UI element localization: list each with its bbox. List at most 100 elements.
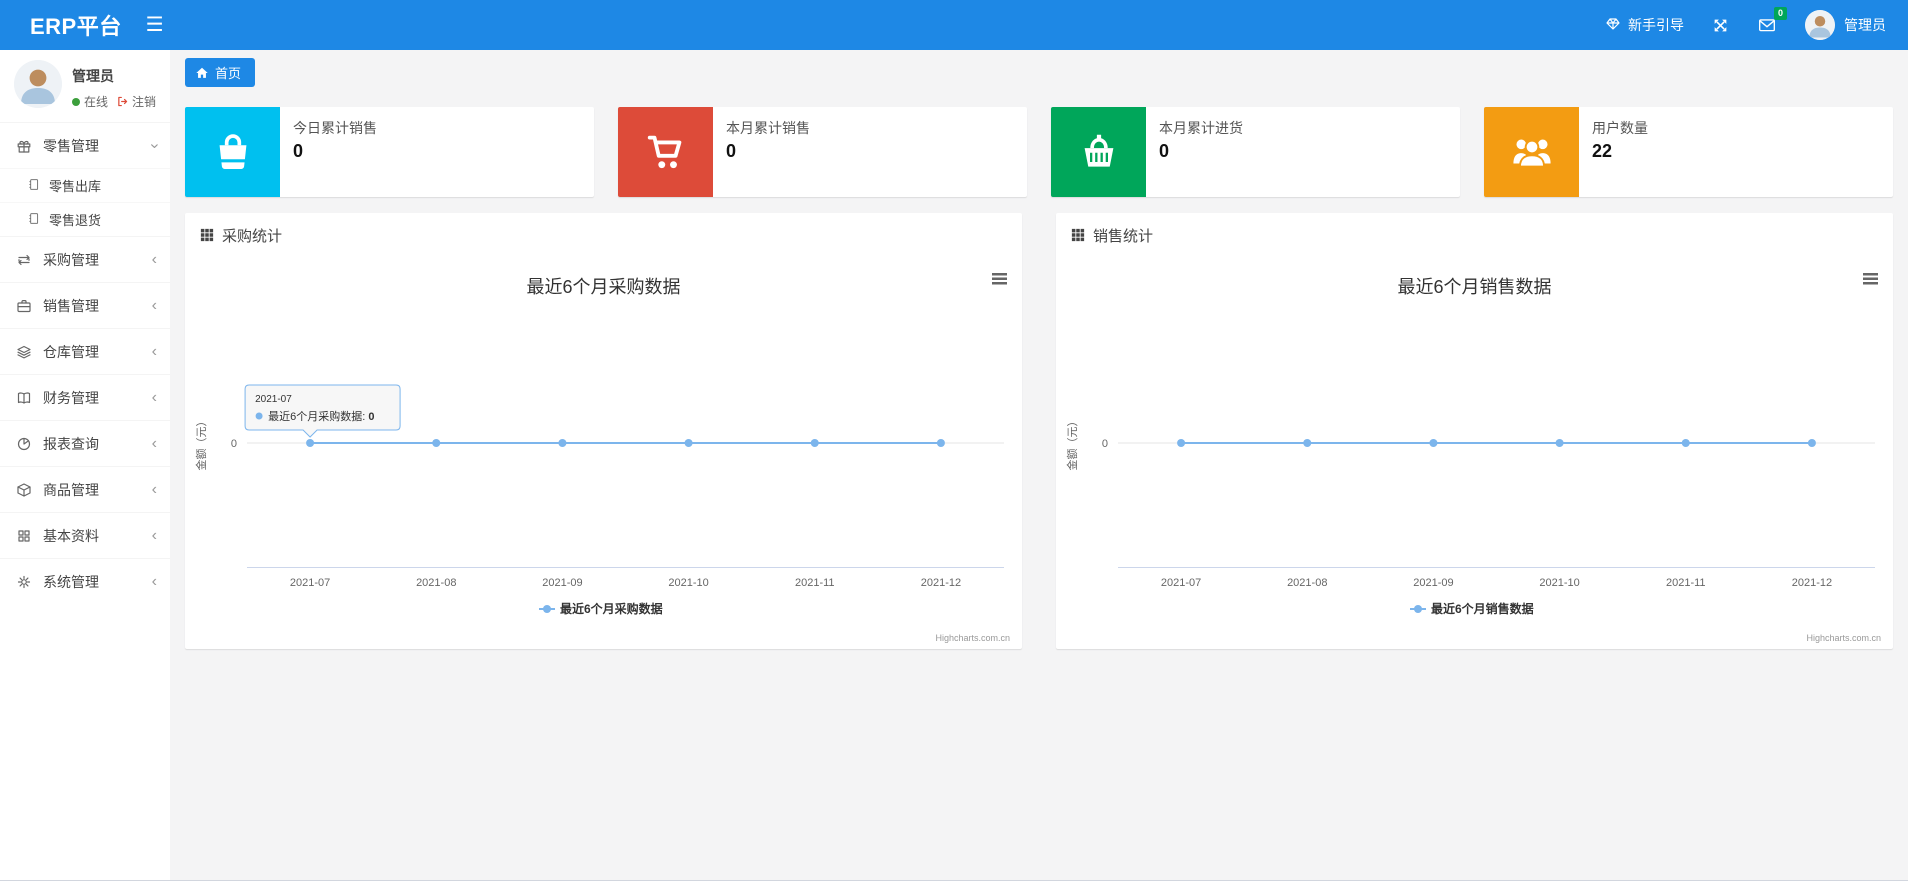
chevron-left-icon: ‹ (151, 480, 157, 498)
data-point[interactable] (684, 439, 693, 447)
sidebar-item-retail[interactable]: 零售管理 ‹ (0, 122, 170, 168)
svg-text:2021-07: 2021-07 (255, 394, 292, 405)
chevron-left-icon: ‹ (151, 296, 157, 314)
data-point[interactable] (936, 439, 945, 447)
data-point[interactable] (1429, 439, 1438, 447)
panel-header: 采购统计 (185, 213, 1022, 257)
sidebar-item-products[interactable]: 商品管理 ‹ (0, 466, 170, 512)
stat-card-today-sales[interactable]: 今日累计销售 0 (185, 107, 594, 197)
x-axis-label: 2021-12 (921, 577, 961, 589)
sidebar-item-system[interactable]: 系统管理 ‹ (0, 558, 170, 604)
sidebar-user-panel: 管理员 在线 注销 (0, 50, 170, 122)
stat-value: 0 (1159, 141, 1170, 161)
guide-label: 新手引导 (1628, 17, 1684, 33)
sidebar-item-retail-return[interactable]: 零售退货 (0, 202, 170, 236)
user-name: 管理员 (1844, 17, 1886, 33)
sign-out-icon (118, 96, 128, 107)
sidebar-item-finance[interactable]: 财务管理 ‹ (0, 374, 170, 420)
stat-value: 0 (293, 141, 304, 161)
stat-card-user-count[interactable]: 用户数量 22 (1484, 107, 1893, 197)
chevron-down-icon: ‹ (145, 142, 163, 149)
x-axis-label: 2021-08 (1287, 577, 1327, 589)
charts-row: 采购统计 最近6个月采购数据 0 金额（元） 2021-07 2021-08 2021-0… (185, 213, 1893, 649)
logout-link[interactable]: 注销 (116, 93, 156, 110)
credits-link[interactable]: Highcharts.com.cn (935, 633, 1010, 643)
breadcrumb-home-tab[interactable]: 首页 (185, 58, 256, 87)
x-axis-label: 2021-11 (1666, 577, 1706, 589)
messages-button[interactable]: 0 (1757, 7, 1787, 34)
export-menu-button[interactable] (1863, 273, 1878, 285)
file-icon (27, 178, 40, 194)
sidebar-item-reports[interactable]: 报表查询 ‹ (0, 420, 170, 466)
stat-card-month-sales[interactable]: 本月累计销售 0 (618, 107, 1027, 197)
stat-label: 用户数量 (1592, 120, 1648, 136)
chevron-left-icon: ‹ (151, 434, 157, 452)
chart-title: 最近6个月采购数据 (526, 277, 680, 297)
main-content: 首页 今日累计销售 0 本月累计销售 0 本月累计进货 0 用户数量 22 采购… (170, 50, 1908, 880)
y-axis-tick: 0 (1102, 438, 1108, 450)
shopping-basket-icon (1051, 107, 1146, 197)
user-menu[interactable]: 管理员 (1805, 10, 1886, 40)
x-axis-label: 2021-09 (542, 577, 582, 589)
sidebar-item-retail-outbound[interactable]: 零售出库 (0, 168, 170, 202)
avatar (1805, 10, 1835, 40)
avatar (14, 60, 62, 108)
export-menu-button[interactable] (992, 273, 1007, 285)
shopping-cart-icon (618, 107, 713, 197)
gear-icon (16, 574, 34, 590)
x-axis-label: 2021-07 (1161, 577, 1201, 589)
purchase-chart: 最近6个月采购数据 0 金额（元） 2021-07 2021-08 2021-09 2021… (194, 273, 1010, 643)
data-point[interactable] (1681, 439, 1690, 447)
app-brand[interactable]: ERP平台 (0, 9, 136, 41)
data-point[interactable] (558, 439, 567, 447)
sidebar-item-purchase[interactable]: 采购管理 ‹ (0, 236, 170, 282)
stat-label: 今日累计销售 (293, 120, 377, 136)
data-point[interactable] (1807, 439, 1816, 447)
data-point[interactable] (1303, 439, 1312, 447)
fullscreen-button[interactable] (1712, 17, 1729, 34)
x-axis-label: 2021-07 (290, 577, 330, 589)
sidebar-item-warehouse[interactable]: 仓库管理 ‹ (0, 328, 170, 374)
book-icon (16, 390, 34, 406)
exchange-icon (16, 252, 34, 268)
credits-link[interactable]: Highcharts.com.cn (1806, 633, 1881, 643)
pie-chart-icon (16, 436, 34, 452)
legend-item[interactable]: 最近6个月销售数据 (1410, 601, 1534, 616)
data-point[interactable] (306, 439, 315, 447)
x-axis-label: 2021-11 (795, 577, 835, 589)
chart-tooltip: 2021-07 最近6个月采购数据: 0 (244, 384, 401, 438)
svg-text:最近6个月采购数据: 0: 最近6个月采购数据: 0 (268, 409, 374, 423)
data-point[interactable] (432, 439, 441, 447)
y-axis-title: 金额（元） (194, 416, 208, 471)
y-axis-title: 金额（元） (1065, 416, 1079, 471)
sidebar: 管理员 在线 注销 零售管理 ‹ 零售出库 零售退货 采购管理 ‹ 销售管理 ‹… (0, 50, 170, 880)
stat-label: 本月累计进货 (1159, 120, 1243, 136)
stat-value: 22 (1592, 141, 1613, 161)
shopping-bag-icon (185, 107, 280, 197)
legend-item[interactable]: 最近6个月采购数据 (539, 601, 663, 616)
online-dot-icon (72, 97, 80, 106)
stat-label: 本月累计销售 (726, 120, 810, 136)
svg-text:最近6个月采购数据: 最近6个月采购数据 (560, 601, 663, 616)
sales-chart: 最近6个月销售数据 0 金额（元） 2021-07 2021-08 2021-09 2021… (1065, 273, 1881, 643)
sidebar-user-name: 管理员 (72, 68, 114, 84)
sidebar-toggle-icon[interactable]: ☰ (136, 0, 174, 50)
layers-icon (16, 344, 34, 360)
svg-text:最近6个月销售数据: 最近6个月销售数据 (1431, 601, 1534, 616)
data-point[interactable] (810, 439, 819, 447)
th-grid-icon (1071, 228, 1085, 242)
guide-link[interactable]: 新手引导 (1605, 15, 1684, 35)
top-navbar: ERP平台 ☰ 新手引导 0 管理员 (0, 0, 1908, 50)
stat-card-month-purchase[interactable]: 本月累计进货 0 (1051, 107, 1460, 197)
sales-stats-panel: 销售统计 最近6个月销售数据 0 金额（元） 2021-07 2021-08 2021-0… (1056, 213, 1893, 649)
sidebar-item-sales[interactable]: 销售管理 ‹ (0, 282, 170, 328)
sidebar-item-basic-data[interactable]: 基本资料 ‹ (0, 512, 170, 558)
data-point[interactable] (1555, 439, 1564, 447)
online-status: 在线 (84, 95, 109, 109)
package-icon (16, 482, 34, 498)
data-point[interactable] (1177, 439, 1186, 447)
chart-title: 最近6个月销售数据 (1397, 277, 1551, 297)
stat-value: 0 (726, 141, 737, 161)
fullscreen-icon (1714, 19, 1727, 31)
home-icon (196, 67, 208, 78)
